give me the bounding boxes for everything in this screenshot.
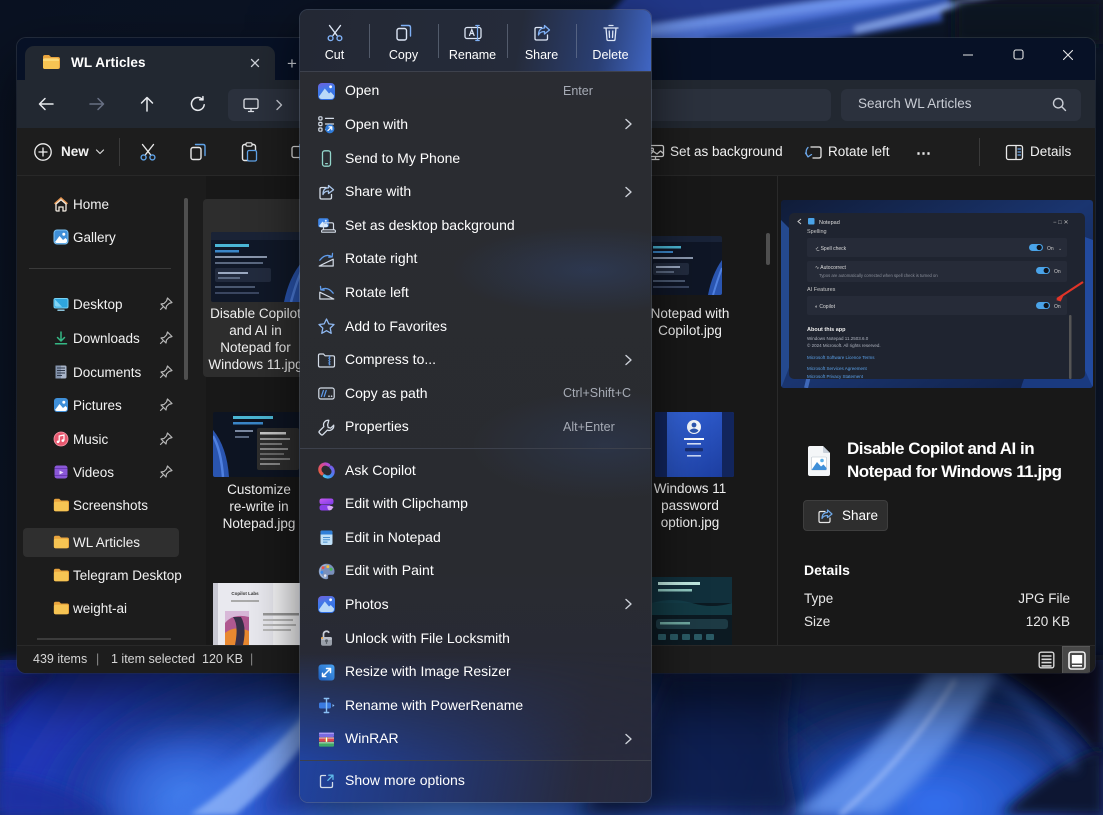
svg-text:On: On <box>1047 246 1054 252</box>
svg-text:AI Features: AI Features <box>807 287 836 293</box>
svg-text:Microsoft Privacy Statement: Microsoft Privacy Statement <box>807 374 864 379</box>
svg-text:Microsoft Services Agreement: Microsoft Services Agreement <box>807 366 868 371</box>
svg-text:Notepad: Notepad <box>819 220 840 226</box>
svg-text:Typos are automatically correc: Typos are automatically corrected when s… <box>819 273 938 278</box>
svg-text:◐ Copilot: ◐ Copilot <box>815 304 836 310</box>
svg-text:− □ ✕: − □ ✕ <box>1053 220 1069 226</box>
svg-text:On: On <box>1054 304 1061 310</box>
svg-text:Microsoft Software Licence Ter: Microsoft Software Licence Terms <box>807 355 875 360</box>
svg-text:Windows Notepad 11.2503.6.0: Windows Notepad 11.2503.6.0 <box>807 336 869 341</box>
svg-text:⌄: ⌄ <box>1058 246 1062 252</box>
svg-text:© 2024 Microsoft. All rights r: © 2024 Microsoft. All rights reserved. <box>807 342 881 348</box>
svg-text:About this app: About this app <box>807 327 846 333</box>
svg-text:On: On <box>1054 269 1061 275</box>
svg-text:Copilot Labs: Copilot Labs <box>231 591 259 596</box>
svg-text:Spelling: Spelling <box>807 229 827 235</box>
svg-text:✓̲ Spell check: ✓̲ Spell check <box>815 246 847 252</box>
svg-text:∿ Autocorrect: ∿ Autocorrect <box>815 265 846 271</box>
